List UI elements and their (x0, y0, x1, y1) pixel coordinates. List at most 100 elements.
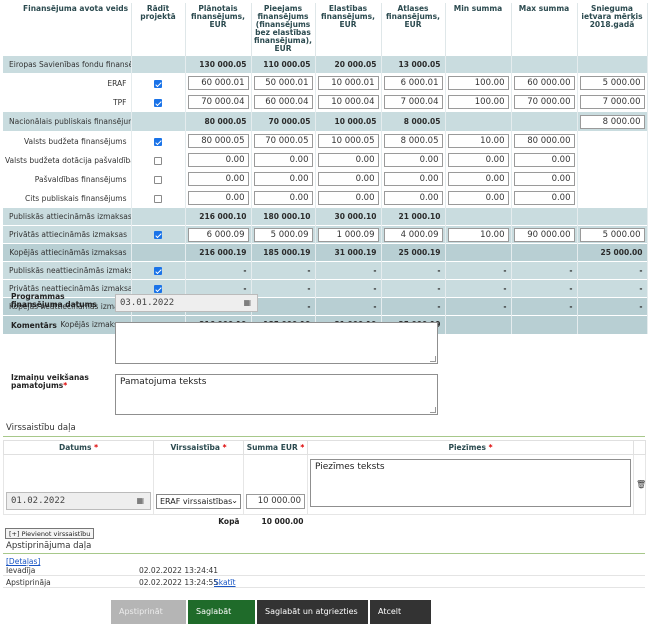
cell-value: 130 000.05 (185, 55, 252, 74)
cell-value: 13 000.05 (381, 55, 446, 74)
show-checkbox[interactable] (154, 156, 162, 165)
save-return-button[interactable]: Saglabāt un atgriezties (257, 600, 368, 624)
flexibility-input[interactable]: 10 000.04 (317, 95, 379, 109)
max-sum-input[interactable]: 0.00 (513, 191, 575, 205)
cell-value: - (315, 261, 382, 280)
planned-input[interactable]: 0.00 (187, 153, 249, 167)
available-input[interactable]: 70 000.05 (253, 134, 313, 148)
save-button[interactable]: Saglabāt (188, 600, 255, 624)
cell-value: - (381, 261, 446, 280)
table-row: Valsts budžeta finansējums 80 000.05 70 … (3, 131, 648, 151)
comment-textarea[interactable] (115, 322, 438, 364)
header-show-in-project: Rādīt projektā (131, 3, 186, 56)
show-checkbox[interactable] (154, 194, 162, 203)
header-source-type: Finansējuma avota veids (3, 3, 132, 56)
approve-button[interactable]: Apstiprināt (111, 600, 186, 624)
target-input[interactable]: 8 000.00 (579, 114, 645, 129)
min-sum-input[interactable]: 10.00 (447, 227, 509, 242)
show-checkbox[interactable] (154, 137, 162, 146)
header-max-sum: Max summa (511, 3, 578, 56)
cell-value: - (251, 297, 316, 316)
available-input[interactable]: 0.00 (253, 153, 313, 167)
max-sum-input[interactable]: 60 000.00 (513, 76, 575, 90)
max-sum-input[interactable]: 0.00 (513, 153, 575, 167)
overdraft-select[interactable]: ERAF virssaistības ⌄ (156, 494, 241, 509)
show-checkbox[interactable] (154, 79, 162, 88)
view-link[interactable]: Skatīt (214, 578, 236, 587)
show-checkbox[interactable] (154, 98, 162, 107)
cell-value: - (251, 279, 316, 298)
col-sum: Summa EUR * (243, 440, 308, 455)
calendar-icon[interactable]: ▦ (136, 496, 144, 505)
selection-input[interactable]: 0.00 (383, 172, 443, 186)
show-checkbox[interactable] (154, 231, 162, 239)
selection-input[interactable]: 7 000.04 (383, 95, 443, 109)
min-sum-input[interactable]: 0.00 (447, 191, 509, 205)
selection-input[interactable]: 4 000.09 (383, 227, 443, 242)
planned-input[interactable]: 0.00 (187, 191, 249, 205)
planned-input[interactable]: 6 000.09 (187, 227, 249, 242)
cell-value: - (381, 279, 446, 298)
overdraft-notes-textarea[interactable]: Piezīmes teksts (310, 459, 631, 507)
flexibility-input[interactable]: 0.00 (317, 191, 379, 205)
target-input[interactable]: 5 000.00 (579, 227, 645, 242)
selection-input[interactable]: 8 000.05 (383, 134, 443, 148)
planned-input[interactable]: 80 000.05 (187, 134, 249, 148)
trash-icon[interactable]: 🗑 (633, 454, 646, 515)
entered-time: 02.02.2022 13:24:41 (139, 566, 219, 575)
overdraft-section-title: Virssaistību daļa (6, 423, 76, 433)
overdraft-date-input[interactable]: 01.02.2022 ▦ (6, 492, 151, 510)
program-date-label: Programmas finansējuma datums (11, 292, 97, 309)
show-checkbox[interactable] (154, 175, 162, 184)
selection-input[interactable]: 0.00 (383, 191, 443, 205)
table-row: Eiropas Savienības fondu finansējums 130… (3, 55, 648, 74)
add-overdraft-button[interactable]: [+] Pievienot virssaistību (5, 528, 95, 539)
overdraft-sum-input[interactable]: 10 000.00 (246, 494, 305, 509)
target-input[interactable]: 5 000.00 (579, 76, 645, 90)
target-input[interactable]: 7 000.00 (579, 95, 645, 109)
max-sum-input[interactable]: 70 000.00 (513, 95, 575, 109)
selection-input[interactable]: 0.00 (383, 153, 443, 167)
table-row: Publiskās attiecināmās izmaksas 216 000.… (3, 207, 648, 226)
available-input[interactable]: 60 000.04 (253, 95, 313, 109)
table-row: Pašvaldības finansējums 0.00 0.00 0.00 0… (3, 169, 648, 189)
show-checkbox[interactable] (154, 285, 162, 293)
col-notes: Piezīmes * (307, 440, 634, 455)
cell-value: - (445, 297, 512, 316)
flexibility-input[interactable]: 10 000.05 (317, 134, 379, 148)
min-sum-input[interactable]: 0.00 (447, 172, 509, 186)
cell-value: - (445, 279, 512, 298)
min-sum-input[interactable]: 10.00 (447, 134, 509, 148)
flexibility-input[interactable]: 1 000.09 (317, 227, 379, 242)
planned-input[interactable]: 0.00 (187, 172, 249, 186)
table-row: Valsts budžeta dotācija pašvaldībām 0.00… (3, 150, 648, 170)
available-input[interactable]: 50 000.01 (253, 76, 313, 90)
cell-value: - (511, 261, 578, 280)
program-date-input[interactable]: 03.01.2022 ▦ (115, 294, 258, 312)
available-input[interactable]: 0.00 (253, 191, 313, 205)
max-sum-input[interactable]: 0.00 (513, 172, 575, 186)
cancel-button[interactable]: Atcelt (370, 600, 431, 624)
planned-input[interactable]: 70 000.04 (187, 95, 249, 109)
min-sum-input[interactable]: 100.00 (447, 76, 509, 90)
flexibility-input[interactable]: 0.00 (317, 153, 379, 167)
flexibility-input[interactable]: 0.00 (317, 172, 379, 186)
cell-value: 110 000.05 (251, 55, 316, 74)
selection-input[interactable]: 6 000.01 (383, 76, 443, 90)
flexibility-input[interactable]: 10 000.01 (317, 76, 379, 90)
min-sum-input[interactable]: 0.00 (447, 153, 509, 167)
row-label: Publiskās neattiecināmās izmaksas (3, 261, 132, 280)
approved-time: 02.02.2022 13:24:55 (139, 578, 219, 587)
min-sum-input[interactable]: 100.00 (447, 95, 509, 109)
available-input[interactable]: 5 000.09 (253, 227, 313, 242)
show-checkbox[interactable] (154, 267, 162, 275)
max-sum-input[interactable]: 80 000.00 (513, 134, 575, 148)
reason-textarea[interactable]: Pamatojuma teksts (115, 374, 438, 415)
available-input[interactable]: 0.00 (253, 172, 313, 186)
max-sum-input[interactable]: 90 000.00 (513, 227, 575, 242)
planned-input[interactable]: 60 000.01 (187, 76, 249, 90)
calendar-icon[interactable]: ▦ (243, 298, 251, 307)
table-row: Publiskās neattiecināmās izmaksas - - - … (3, 261, 648, 280)
cell-value: 185 000.19 (251, 243, 316, 262)
cell-value: - (445, 261, 512, 280)
